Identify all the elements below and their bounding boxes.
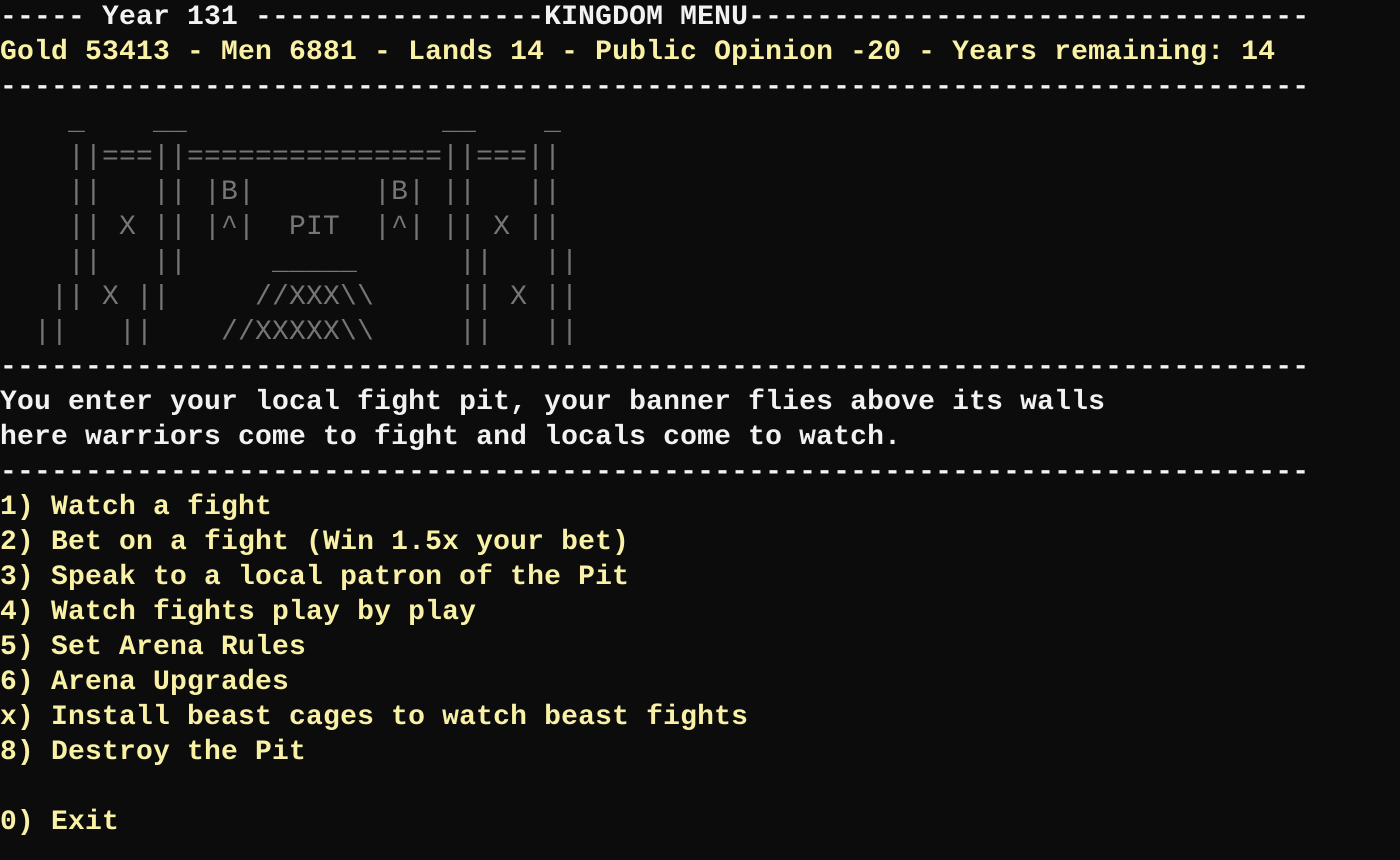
menu-item-play-by-play[interactable]: 4) Watch fights play by play	[0, 595, 1400, 630]
menu-label: Exit	[34, 807, 120, 838]
menu-key: x)	[0, 702, 35, 733]
menu-key: 8)	[0, 737, 35, 768]
menu-item-exit[interactable]: 0) Exit	[0, 805, 1400, 840]
menu-item-beast-cages[interactable]: x) Install beast cages to watch beast fi…	[0, 700, 1400, 735]
menu-key: 1)	[0, 492, 35, 523]
menu-key: 3)	[0, 562, 35, 593]
menu-key: 6)	[0, 667, 35, 698]
menu-label: Destroy the Pit	[34, 737, 307, 768]
menu-label: Speak to a local patron of the Pit	[34, 562, 630, 593]
menu-item-arena-upgrades[interactable]: 6) Arena Upgrades	[0, 665, 1400, 700]
status-line: Gold 53413 - Men 6881 - Lands 14 - Publi…	[0, 37, 1276, 68]
menu-label: Watch a fight	[34, 492, 273, 523]
art-line: _ __ __ _	[0, 107, 562, 138]
menu-label: Bet on a fight (Win 1.5x your bet)	[34, 527, 630, 558]
divider: ----------------------------------------…	[0, 72, 1310, 103]
art-line: || || //XXXXX\\ || ||	[0, 317, 579, 348]
menu-item-bet-on-fight[interactable]: 2) Bet on a fight (Win 1.5x your bet)	[0, 525, 1400, 560]
terminal-window: ----- Year 131 -----------------KINGDOM …	[0, 0, 1400, 860]
ascii-art-fight-pit: _ __ __ _ ||===||===============||===|| …	[0, 105, 1400, 350]
divider: ----------------------------------------…	[0, 352, 1310, 383]
menu-key: 5)	[0, 632, 35, 663]
menu-key: 0)	[0, 807, 35, 838]
art-line: || X || |^| PIT |^| || X ||	[0, 212, 562, 243]
menu-item-destroy-pit[interactable]: 8) Destroy the Pit	[0, 735, 1400, 770]
divider: ----------------------------------------…	[0, 457, 1310, 488]
menu-list: 1) Watch a fight 2) Bet on a fight (Win …	[0, 490, 1400, 840]
menu-key: 4)	[0, 597, 35, 628]
menu-item-watch-fight[interactable]: 1) Watch a fight	[0, 490, 1400, 525]
description-line: You enter your local fight pit, your ban…	[0, 387, 1106, 418]
menu-item-arena-rules[interactable]: 5) Set Arena Rules	[0, 630, 1400, 665]
menu-label: Install beast cages to watch beast fight…	[34, 702, 749, 733]
description-line: here warriors come to fight and locals c…	[0, 422, 902, 453]
menu-item-speak-to-patron[interactable]: 3) Speak to a local patron of the Pit	[0, 560, 1400, 595]
header-title-line: ----- Year 131 -----------------KINGDOM …	[0, 2, 1310, 33]
menu-label: Arena Upgrades	[34, 667, 290, 698]
art-line: || X || //XXX\\ || X ||	[0, 282, 579, 313]
menu-label: Set Arena Rules	[34, 632, 307, 663]
menu-label: Watch fights play by play	[34, 597, 477, 628]
art-line: || || |B| |B| || ||	[0, 177, 562, 208]
art-line: || || _____ || ||	[0, 247, 579, 278]
art-line: ||===||===============||===||	[0, 142, 562, 173]
menu-key: 2)	[0, 527, 35, 558]
